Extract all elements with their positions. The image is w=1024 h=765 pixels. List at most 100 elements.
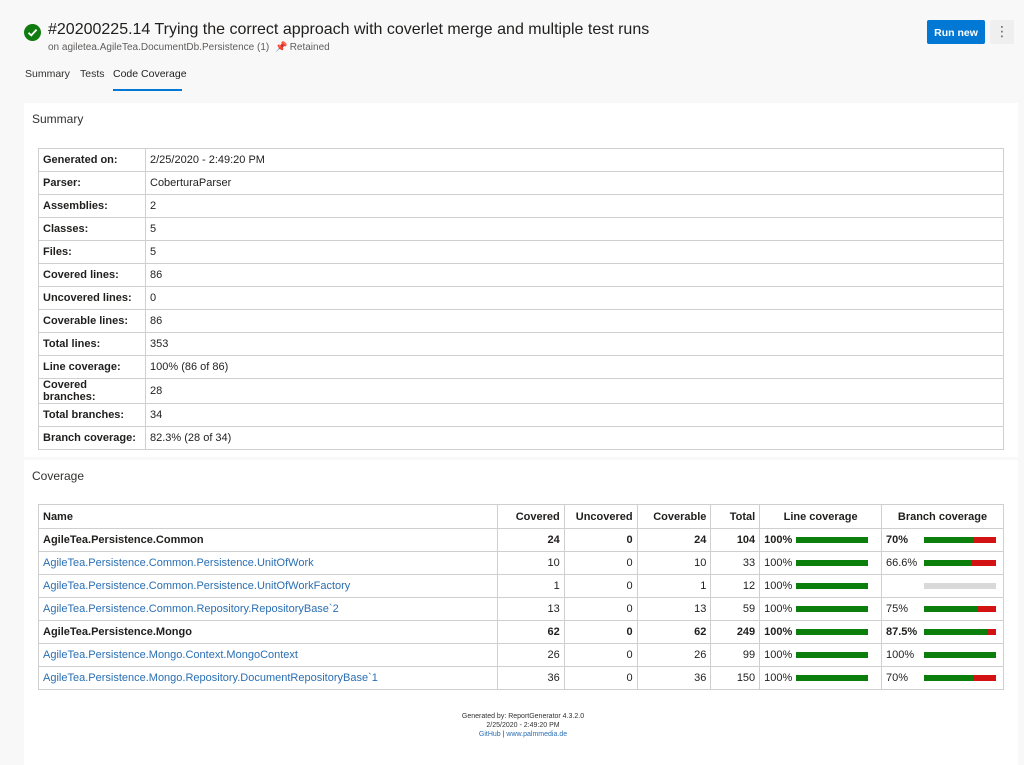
cell-uncovered: 0 [563, 620, 638, 644]
line-covered-segment [796, 537, 869, 544]
branch-uncovered-segment [987, 629, 997, 636]
generator-label: Generated by: ReportGenerator 4.3.2.0 [461, 713, 585, 720]
summary-row: Classes: 5 [38, 217, 1004, 241]
col-covered[interactable]: Covered [497, 504, 565, 529]
summary-key: Coverable lines: [38, 309, 146, 333]
more-vertical-icon[interactable]: ⋮ [990, 20, 1014, 44]
branch-coverage-bar [924, 606, 997, 613]
cell-total: 104 [710, 528, 761, 552]
line-coverage-bar [796, 606, 869, 613]
row-name-cell: AgileTea.Persistence.Common [38, 528, 498, 552]
cell-coverable: 62 [636, 620, 712, 644]
col-line-coverage[interactable]: Line coverage [759, 504, 883, 529]
summary-value: 0 [145, 286, 1004, 310]
class-row: AgileTea.Persistence.Mongo.Context.Mongo… [38, 643, 1004, 667]
summary-row: Total lines: 353 [38, 332, 1004, 356]
cell-coverable: 36 [636, 666, 712, 690]
summary-row: Uncovered lines: 0 [38, 286, 1004, 310]
summary-row: Line coverage: 100% (86 of 86) [38, 355, 1004, 379]
summary-row: Files: 5 [38, 240, 1004, 264]
cell-total: 59 [710, 597, 761, 621]
tab-code-coverage[interactable]: Code Coverage [113, 68, 187, 80]
line-coverage-bar [796, 583, 869, 590]
col-name[interactable]: Name [38, 504, 498, 529]
summary-table: Generated on: 2/25/2020 - 2:49:20 PM Parse… [38, 148, 1004, 450]
branch-covered-segment [924, 652, 997, 659]
branch-covered-segment [924, 606, 979, 613]
summary-key: Branch coverage: [38, 426, 146, 450]
line-covered-segment [796, 652, 869, 659]
line-coverage-percent: 100% [764, 649, 793, 662]
line-covered-segment [796, 606, 869, 613]
cell-covered: 24 [497, 528, 565, 552]
summary-value: CoberturaParser [145, 171, 1004, 195]
cell-coverable: 26 [636, 643, 712, 667]
summary-value: 100% (86 of 86) [145, 355, 1004, 379]
github-link[interactable]: GitHub [479, 731, 501, 738]
pipeline-name[interactable]: on agiletea.AgileTea.DocumentDb.Persiste… [48, 42, 269, 53]
branch-coverage-cell: 70% [881, 666, 1004, 690]
branch-coverage-percent: 100% [886, 649, 915, 662]
line-covered-segment [796, 675, 869, 682]
line-coverage-cell: 100% [759, 551, 883, 575]
summary-row: Coverable lines: 86 [38, 309, 1004, 333]
class-row: AgileTea.Persistence.Common.Persistence.… [38, 551, 1004, 575]
summary-key: Parser: [38, 171, 146, 195]
class-row: AgileTea.Persistence.Common.Repository.R… [38, 597, 1004, 621]
branch-uncovered-segment [978, 606, 997, 613]
assembly-name[interactable]: AgileTea.Persistence.Common [43, 534, 204, 546]
branch-coverage-bar [924, 583, 997, 590]
summary-value: 2/25/2020 - 2:49:20 PM [145, 148, 1004, 172]
class-link[interactable]: AgileTea.Persistence.Common.Persistence.… [43, 580, 350, 592]
cell-coverable: 10 [636, 551, 712, 575]
class-link[interactable]: AgileTea.Persistence.Common.Persistence.… [43, 557, 314, 569]
class-link[interactable]: AgileTea.Persistence.Mongo.Repository.Do… [43, 672, 378, 684]
summary-row: Covered branches: 28 [38, 378, 1004, 404]
cell-total: 249 [710, 620, 761, 644]
line-coverage-percent: 100% [764, 580, 793, 593]
summary-value: 28 [145, 378, 1004, 404]
cell-covered: 13 [497, 597, 565, 621]
branch-coverage-cell: 70% [881, 528, 1004, 552]
line-coverage-cell: 100% [759, 643, 883, 667]
branch-coverage-percent: 75% [886, 603, 909, 616]
summary-key: Line coverage: [38, 355, 146, 379]
summary-row: Total branches: 34 [38, 403, 1004, 427]
col-coverable[interactable]: Coverable [636, 504, 712, 529]
summary-value: 5 [145, 240, 1004, 264]
cell-total: 150 [710, 666, 761, 690]
coverage-header-row: Name Covered Uncovered Coverable Total L… [38, 504, 1004, 529]
class-link[interactable]: AgileTea.Persistence.Common.Repository.R… [43, 603, 339, 615]
cell-covered: 36 [497, 666, 565, 690]
row-name-cell: AgileTea.Persistence.Mongo [38, 620, 498, 644]
branch-covered-segment [924, 537, 975, 544]
branch-coverage-bar [924, 537, 997, 544]
branch-covered-segment [924, 629, 988, 636]
branch-coverage-bar [924, 652, 997, 659]
branch-coverage-cell [881, 574, 1004, 598]
run-new-button[interactable]: Run new [927, 20, 985, 44]
assembly-name[interactable]: AgileTea.Persistence.Mongo [43, 626, 192, 638]
branch-coverage-cell: 66.6% [881, 551, 1004, 575]
line-coverage-cell: 100% [759, 574, 883, 598]
summary-value: 82.3% (28 of 34) [145, 426, 1004, 450]
col-branch-coverage[interactable]: Branch coverage [881, 504, 1004, 529]
cell-uncovered: 0 [563, 643, 638, 667]
summary-key: Assemblies: [38, 194, 146, 218]
branch-coverage-cell: 87.5% [881, 620, 1004, 644]
branch-coverage-percent: 70% [886, 672, 909, 685]
assembly-row: AgileTea.Persistence.Mongo 62 0 62 249 100% 87… [38, 620, 1004, 644]
tab-tests[interactable]: Tests [80, 68, 105, 80]
class-link[interactable]: AgileTea.Persistence.Mongo.Context.Mongo… [43, 649, 298, 661]
tab-summary[interactable]: Summary [25, 68, 70, 80]
line-coverage-cell: 100% [759, 620, 883, 644]
website-link[interactable]: www.palmmedia.de [506, 731, 567, 738]
cell-coverable: 13 [636, 597, 712, 621]
cell-covered: 26 [497, 643, 565, 667]
col-total[interactable]: Total [710, 504, 761, 529]
line-coverage-percent: 100% [764, 534, 793, 547]
col-uncovered[interactable]: Uncovered [563, 504, 638, 529]
summary-key: Covered lines: [38, 263, 146, 287]
line-coverage-cell: 100% [759, 666, 883, 690]
summary-value: 353 [145, 332, 1004, 356]
